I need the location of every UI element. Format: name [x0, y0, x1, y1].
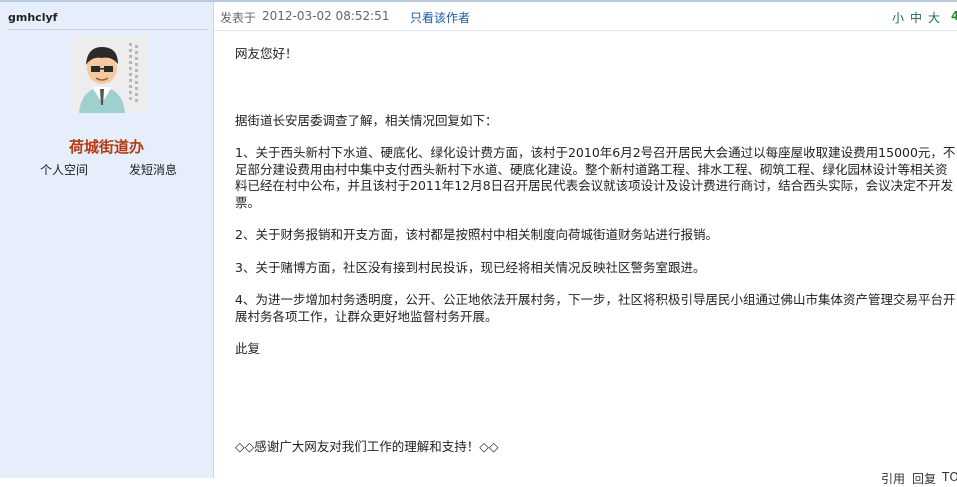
author-username[interactable]: gmhclyf: [8, 11, 57, 24]
font-size-large-button[interactable]: 大: [928, 9, 940, 26]
reply-item-3: 3、关于赌博方面，社区没有接到村民投诉，现已经将相关情况反映社区警务室跟进。: [235, 259, 706, 275]
avatar[interactable]: [71, 37, 147, 113]
posted-time: 2012-03-02 08:52:51: [262, 9, 390, 23]
author-display-name: 荷城街道办: [68, 138, 144, 156]
greeting: 网友您好！: [235, 46, 298, 61]
only-author-link[interactable]: 只看该作者: [410, 9, 470, 26]
author-sidebar: gmhclyf 荷城街道办 个人空间 发短消息: [0, 2, 214, 478]
thanks-note: ◇◇感谢广大网友对我们工作的理解和支持！◇◇: [235, 439, 499, 454]
floor-number: 4: [951, 9, 957, 23]
closing: 此复: [235, 341, 261, 356]
font-size-small-button[interactable]: 小: [892, 9, 904, 26]
reply-button[interactable]: 回复: [912, 470, 936, 487]
reply-item-2: 2、关于财务报销和开支方面，该村都是按照村中相关制度向荷城街道财务站进行报销。: [235, 227, 718, 242]
post-body: 网友您好！ 据街道长安居委调查了解，相关情况回复如下： 1、关于西头新村下水道、…: [235, 46, 957, 358]
personal-space-link[interactable]: 个人空间: [40, 161, 88, 178]
post-header: 发表于 2012-03-02 08:52:51 只看该作者 小 中 大 4: [214, 2, 957, 31]
send-message-link[interactable]: 发短消息: [129, 161, 177, 178]
quote-button[interactable]: 引用: [881, 470, 905, 487]
reply-item-4: 4、为进一步增加村务透明度，公开、公正地依法开展村务，下一步，社区将积极引导居民…: [235, 292, 956, 324]
to-button[interactable]: TO: [942, 470, 957, 484]
avatar-placeholder-icon: [71, 37, 147, 113]
intro-paragraph: 据街道长安居委调查了解，相关情况回复如下：: [235, 112, 498, 128]
divider: [8, 29, 208, 30]
posted-label: 发表于: [220, 11, 257, 25]
font-size-medium-button[interactable]: 中: [910, 9, 922, 26]
reply-item-1: 1、关于西头新村下水道、硬底化、绿化设计费方面，该村于2010年6月2号召开居民…: [235, 145, 956, 210]
